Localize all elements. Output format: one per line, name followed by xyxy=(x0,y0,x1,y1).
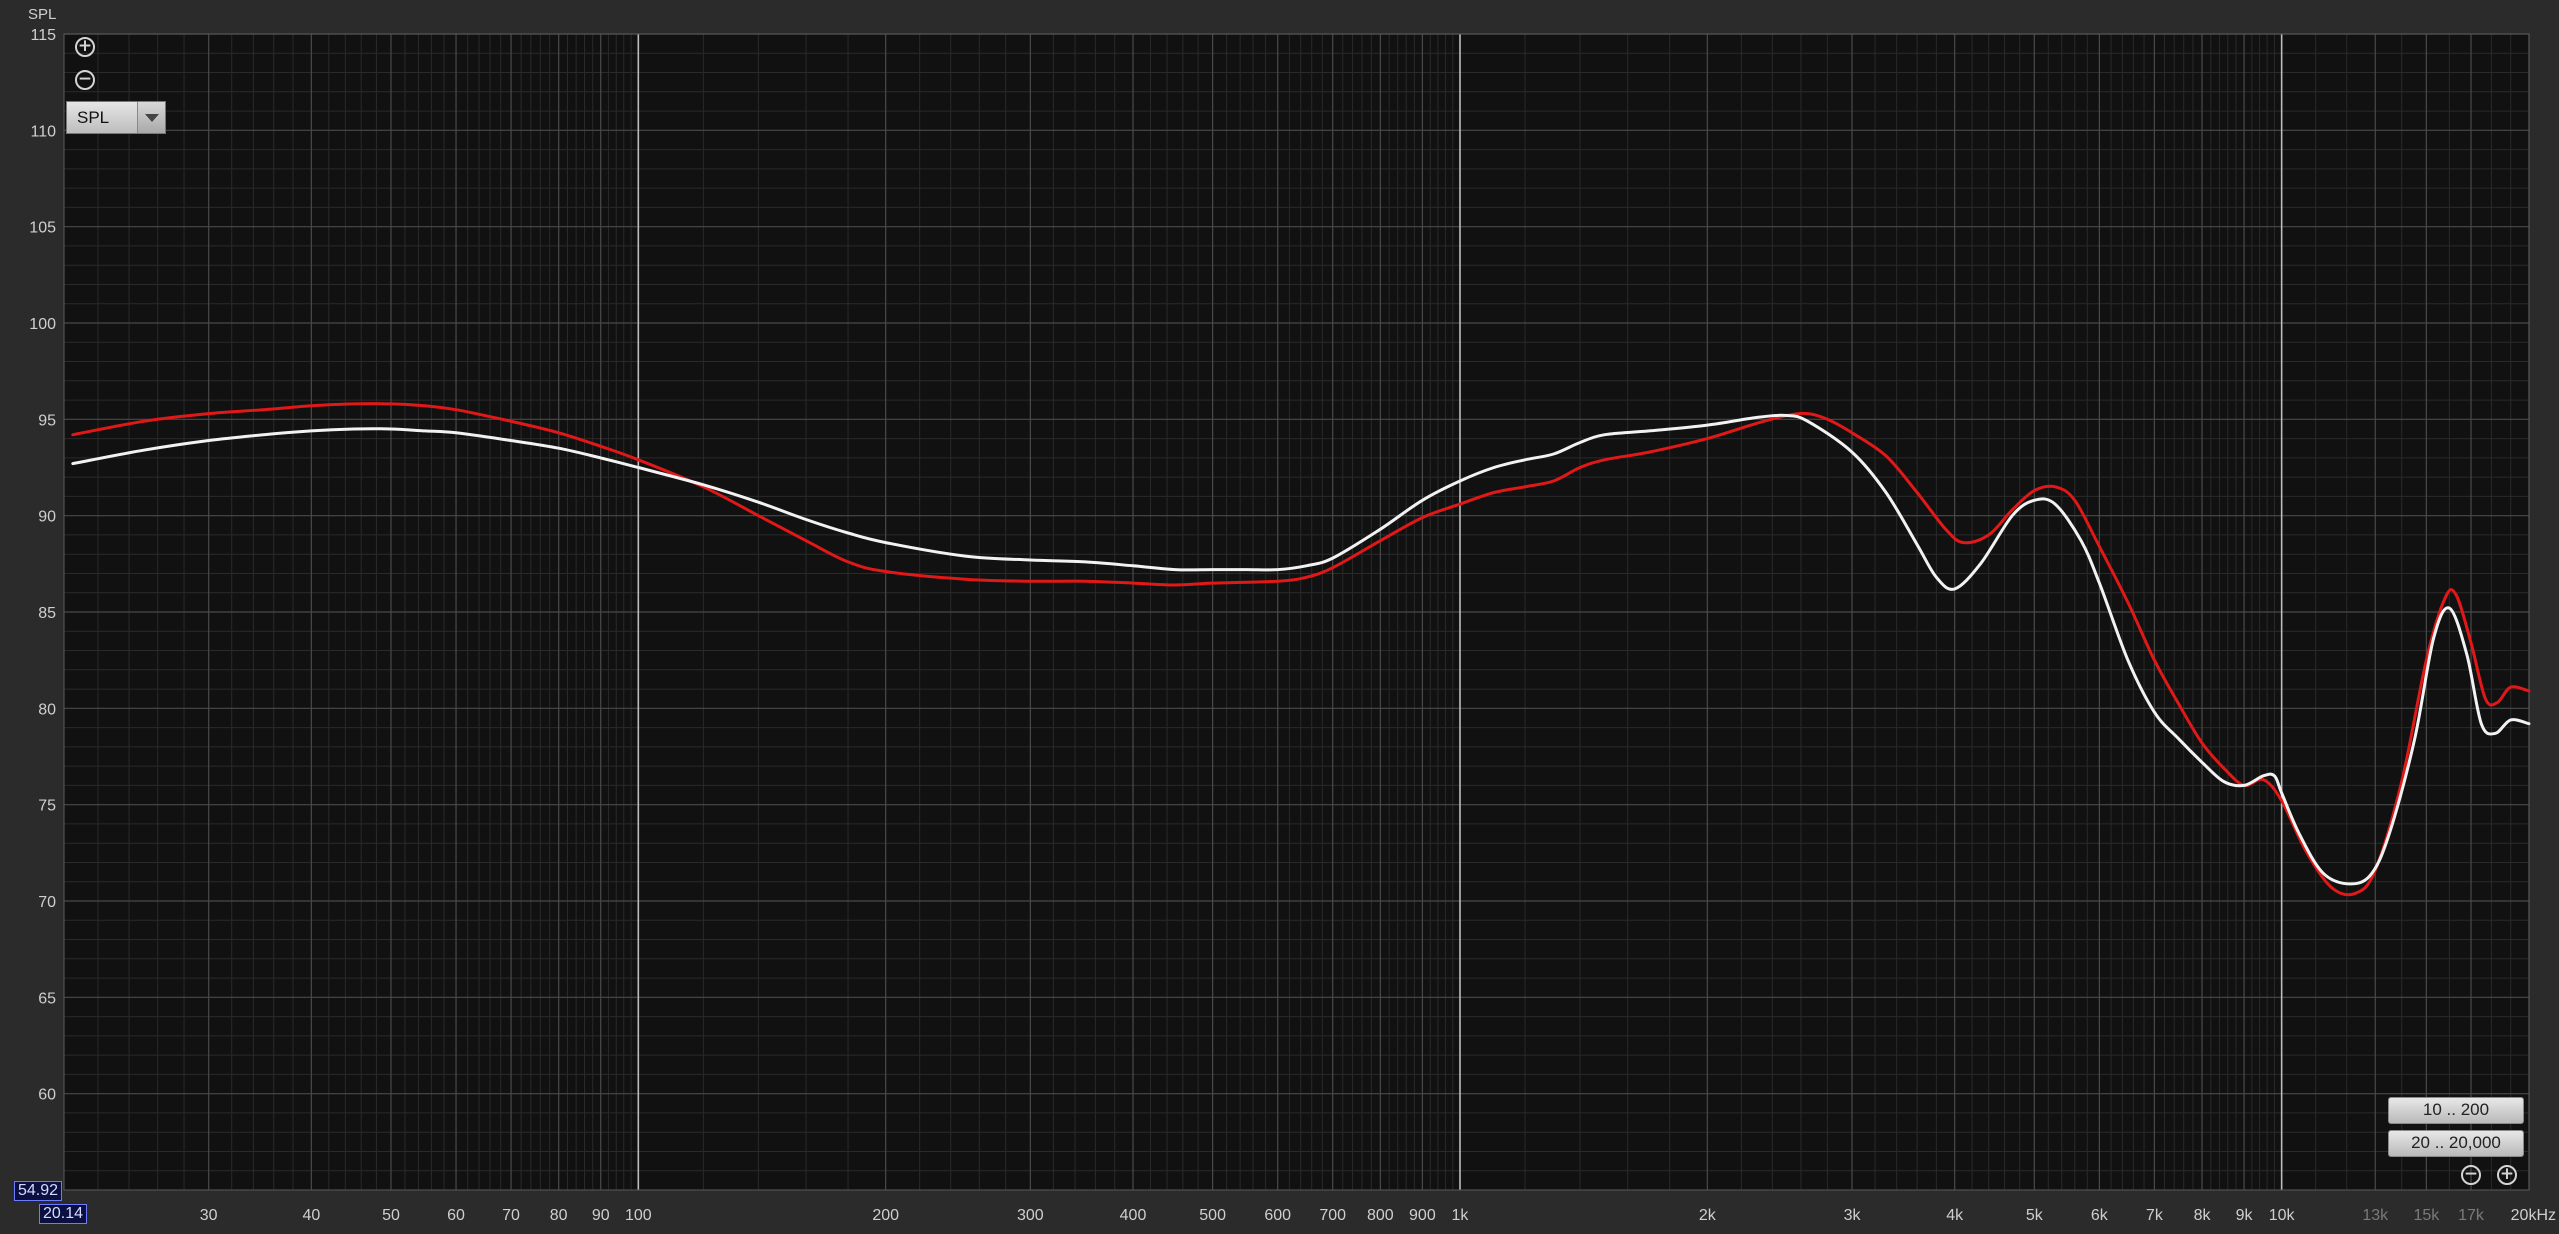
x-tick-label: 80 xyxy=(550,1207,568,1224)
zoom-out-y-button[interactable]: − xyxy=(75,70,95,90)
x-tick-label: 900 xyxy=(1409,1207,1436,1224)
range-20-20000-button[interactable]: 20 .. 20,000 xyxy=(2388,1130,2524,1157)
frequency-response-chart[interactable]: 60 65 70 75 80 85 90 95 100 105 110 115 30 40 50 60 70 80… xyxy=(0,0,2559,1234)
x-tick-label: 50 xyxy=(382,1207,400,1224)
zoom-in-icon: + xyxy=(77,36,93,56)
x-tick-label: 90 xyxy=(592,1207,610,1224)
chevron-down-icon xyxy=(137,102,165,133)
x-tick-label: 40 xyxy=(302,1207,320,1224)
x-tick-label: 800 xyxy=(1367,1207,1394,1224)
x-tick-label: 60 xyxy=(447,1207,465,1224)
x-tick-label: 9k xyxy=(2236,1207,2254,1224)
x-tick-label: 400 xyxy=(1120,1207,1147,1224)
x-tick-label: 70 xyxy=(502,1207,520,1224)
x-tick-label: 200 xyxy=(872,1207,899,1224)
x-tick-label: 30 xyxy=(200,1207,218,1224)
x-tick-label: 8k xyxy=(2194,1207,2212,1224)
y-tick-label: 80 xyxy=(38,701,56,718)
x-tick-label: 10k xyxy=(2269,1207,2296,1224)
y-tick-label: 105 xyxy=(29,220,56,237)
y-tick-label: 90 xyxy=(38,509,56,526)
y-tick-label: 110 xyxy=(30,123,56,140)
zoom-out-icon: − xyxy=(77,69,93,89)
x-tick-label: 5k xyxy=(2026,1207,2044,1224)
x-tick-label: 600 xyxy=(1264,1207,1291,1224)
y-tick-label: 85 xyxy=(38,605,56,622)
x-tick-label: 13k xyxy=(2362,1207,2389,1224)
zoom-in-y-button[interactable]: + xyxy=(75,37,95,57)
zoom-out-icon: − xyxy=(2463,1164,2479,1184)
x-tick-label: 4k xyxy=(1946,1207,1964,1224)
y-tick-label: 75 xyxy=(38,798,56,815)
x-tick-label: 500 xyxy=(1199,1207,1226,1224)
y-tick-label: 115 xyxy=(30,27,56,44)
y-tick-label: 70 xyxy=(38,894,56,911)
zoom-in-icon: + xyxy=(2499,1164,2515,1184)
zoom-out-x-button[interactable]: − xyxy=(2461,1165,2481,1185)
x-tick-label: 1k xyxy=(1452,1207,1470,1224)
cursor-y-readout: 54.92 xyxy=(14,1181,63,1201)
x-tick-label: 15k xyxy=(2413,1207,2440,1224)
cursor-x-readout: 20.14 xyxy=(39,1204,88,1224)
y-tick-label: 100 xyxy=(29,316,56,333)
x-tick-label: 20kHz xyxy=(2511,1207,2556,1224)
x-tick-label: 300 xyxy=(1017,1207,1044,1224)
y-metric-select-value: SPL xyxy=(77,108,110,127)
range-10-200-button[interactable]: 10 .. 200 xyxy=(2388,1097,2524,1124)
x-tick-label: 7k xyxy=(2146,1207,2164,1224)
y-metric-select[interactable]: SPL xyxy=(66,101,166,134)
y-tick-label: 60 xyxy=(38,1087,56,1104)
x-tick-label: 6k xyxy=(2091,1207,2109,1224)
zoom-in-x-button[interactable]: + xyxy=(2497,1165,2517,1185)
x-tick-label: 3k xyxy=(1844,1207,1862,1224)
x-tick-label: 100 xyxy=(625,1207,652,1224)
y-tick-label: 95 xyxy=(38,412,56,429)
x-tick-label: 700 xyxy=(1319,1207,1346,1224)
y-axis-label: SPL xyxy=(28,6,56,23)
y-tick-label: 65 xyxy=(38,990,56,1007)
x-tick-label: 2k xyxy=(1699,1207,1717,1224)
x-tick-label: 17k xyxy=(2458,1207,2485,1224)
